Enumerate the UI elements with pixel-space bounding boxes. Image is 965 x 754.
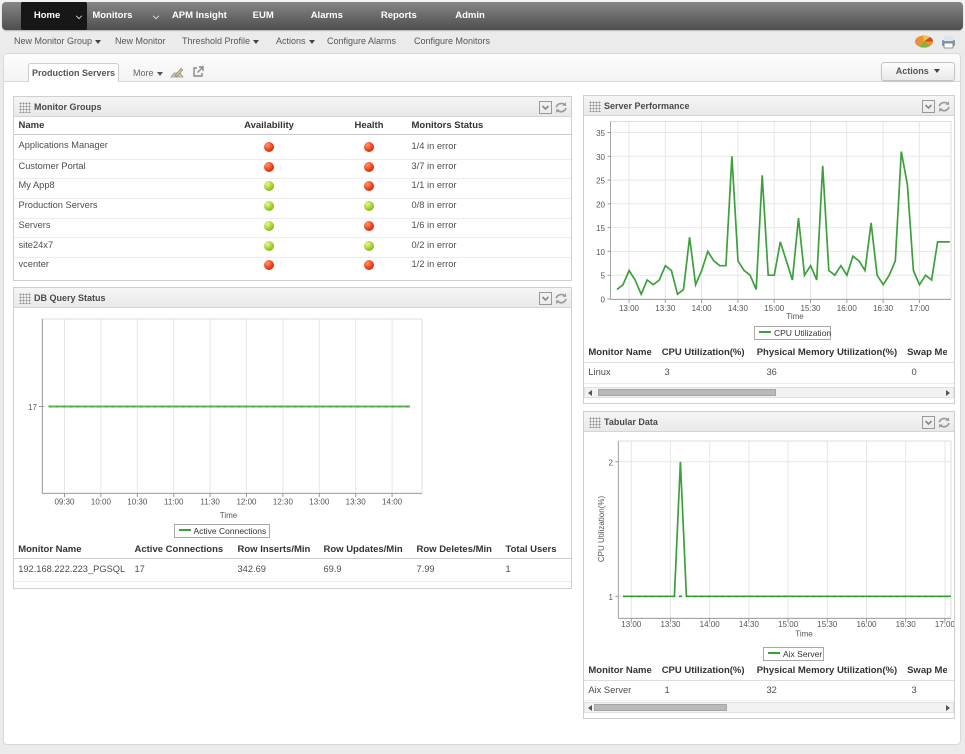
svg-text:25: 25 (596, 177, 605, 186)
svg-text:16:00: 16:00 (837, 304, 858, 313)
svg-text:11:30: 11:30 (200, 498, 220, 507)
svg-text:13:30: 13:30 (660, 620, 681, 629)
svg-text:11:00: 11:00 (164, 498, 184, 507)
svg-text:14:30: 14:30 (728, 304, 749, 313)
svg-text:14:30: 14:30 (739, 620, 760, 629)
svg-text:Time: Time (786, 312, 804, 321)
svg-text:10:30: 10:30 (127, 498, 148, 507)
svg-text:16:30: 16:30 (873, 304, 894, 313)
svg-text:14:00: 14:00 (700, 620, 721, 629)
svg-text:CPU Utilization(%): CPU Utilization(%) (597, 496, 606, 563)
svg-text:13:00: 13:00 (619, 304, 640, 313)
svg-text:13:30: 13:30 (346, 498, 367, 507)
svg-text:17:00: 17:00 (935, 620, 954, 629)
svg-text:30: 30 (596, 153, 605, 162)
svg-text:1: 1 (609, 593, 614, 602)
svg-text:15: 15 (596, 224, 605, 233)
svg-text:0: 0 (601, 296, 606, 305)
svg-text:12:30: 12:30 (273, 498, 294, 507)
svg-text:17: 17 (28, 403, 37, 412)
svg-text:13:00: 13:00 (309, 498, 330, 507)
svg-text:16:30: 16:30 (896, 620, 917, 629)
svg-text:16:00: 16:00 (856, 620, 877, 629)
svg-text:17:00: 17:00 (909, 304, 930, 313)
svg-text:12:00: 12:00 (236, 498, 257, 507)
svg-text:10:00: 10:00 (91, 498, 112, 507)
svg-text:15:00: 15:00 (764, 304, 785, 313)
svg-text:20: 20 (596, 200, 605, 209)
svg-text:14:00: 14:00 (382, 498, 403, 507)
svg-text:Time: Time (795, 630, 813, 639)
svg-text:09:30: 09:30 (54, 498, 75, 507)
svg-text:15:30: 15:30 (817, 620, 838, 629)
svg-text:10: 10 (596, 248, 605, 257)
svg-text:Time: Time (220, 511, 238, 520)
svg-text:13:30: 13:30 (655, 304, 676, 313)
svg-text:14:00: 14:00 (692, 304, 713, 313)
svg-text:5: 5 (601, 272, 606, 281)
svg-text:2: 2 (609, 458, 614, 467)
svg-text:35: 35 (596, 129, 605, 138)
svg-text:15:00: 15:00 (778, 620, 799, 629)
svg-text:13:00: 13:00 (621, 620, 642, 629)
